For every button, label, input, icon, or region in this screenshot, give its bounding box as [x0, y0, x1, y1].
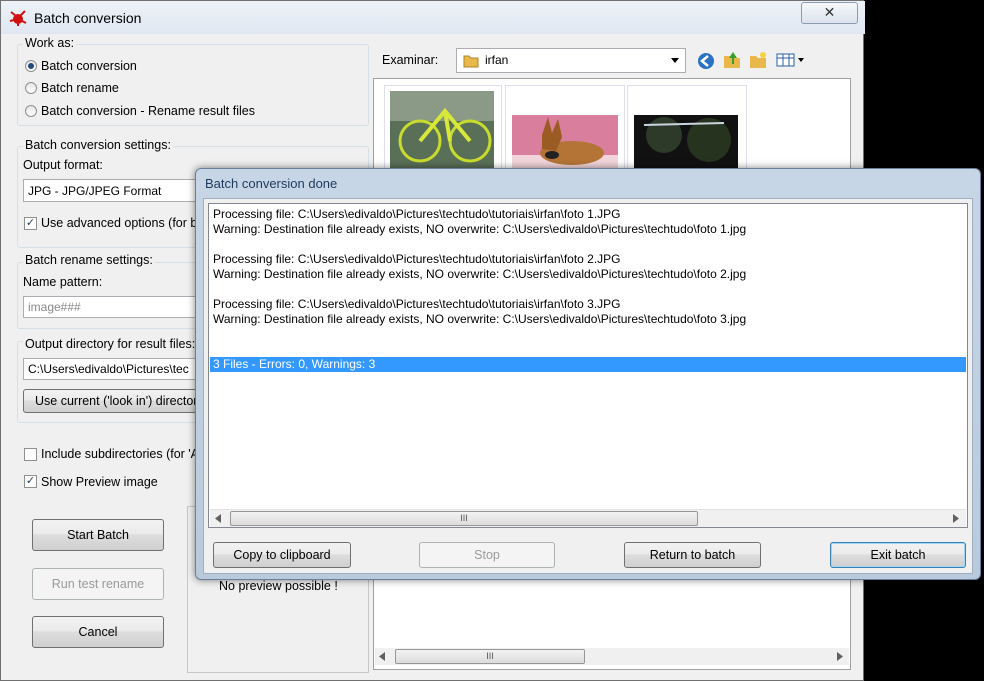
close-icon: ✕ [823, 4, 836, 20]
log-line[interactable]: Processing file: C:\Users\edivaldo\Pictu… [213, 252, 621, 266]
look-in-combobox[interactable]: irfan [456, 48, 686, 73]
radio-batch-rename-label[interactable]: Batch rename [41, 81, 119, 95]
name-pattern-input[interactable]: image### [23, 296, 203, 318]
log-line[interactable]: Warning: Destination file already exists… [213, 222, 746, 236]
log-horizontal-scrollbar[interactable]: III [210, 509, 966, 527]
return-to-batch-button[interactable]: Return to batch [624, 542, 761, 568]
copy-to-clipboard-button[interactable]: Copy to clipboard [213, 542, 351, 568]
thumbnail-foto-3[interactable] [627, 85, 747, 177]
radio-conversion-rename-label[interactable]: Batch conversion - Rename result files [41, 104, 255, 118]
log-line[interactable]: Processing file: C:\Users\edivaldo\Pictu… [213, 207, 621, 221]
start-batch-button[interactable]: Start Batch [32, 519, 164, 551]
include-subdirectories-checkbox[interactable] [24, 448, 37, 461]
radio-conversion-rename[interactable] [25, 105, 37, 117]
log-listbox[interactable]: Processing file: C:\Users\edivaldo\Pictu… [208, 203, 968, 528]
use-current-directory-button[interactable]: Use current ('look in') directory [23, 389, 203, 413]
look-in-label: Examinar: [382, 53, 439, 67]
up-folder-icon[interactable] [722, 50, 742, 70]
output-format-value: JPG - JPG/JPEG Format [28, 184, 162, 198]
scroll-left-icon[interactable] [379, 652, 385, 661]
scroll-right-icon[interactable] [837, 652, 843, 661]
scrollbar-thumb[interactable]: III [230, 511, 698, 526]
run-test-rename-button[interactable]: Run test rename [32, 568, 164, 600]
radio-batch-conversion-label[interactable]: Batch conversion [41, 59, 137, 73]
scrollbar-grip: III [486, 651, 494, 661]
scrollbar-thumb[interactable]: III [395, 649, 585, 664]
scroll-left-icon[interactable] [215, 514, 221, 523]
advanced-options-label[interactable]: Use advanced options (for b [41, 216, 197, 230]
work-as-label: Work as: [23, 36, 77, 50]
radio-batch-rename[interactable] [25, 82, 37, 94]
dog-photo-image [512, 115, 618, 170]
thumbnail-foto-1[interactable] [384, 85, 502, 177]
folder-name: irfan [485, 53, 509, 67]
cancel-button[interactable]: Cancel [32, 616, 164, 648]
show-preview-label[interactable]: Show Preview image [41, 475, 158, 489]
preview-text: No preview possible ! [219, 579, 338, 593]
thumbnail-foto-2[interactable] [505, 85, 625, 177]
scrollbar-grip: III [460, 513, 468, 523]
dialog-client-area: Processing file: C:\Users\edivaldo\Pictu… [203, 198, 973, 574]
scroll-right-icon[interactable] [953, 514, 959, 523]
window-title: Batch conversion [34, 10, 142, 26]
stop-button[interactable]: Stop [419, 542, 555, 568]
log-line[interactable]: Warning: Destination file already exists… [213, 267, 746, 281]
back-icon[interactable] [697, 52, 715, 70]
view-menu-icon[interactable] [776, 53, 806, 68]
output-directory-value: C:\Users\edivaldo\Pictures\tec [28, 362, 189, 376]
irfanview-app-icon [9, 10, 27, 26]
output-directory-input[interactable]: C:\Users\edivaldo\Pictures\tec [23, 358, 203, 380]
advanced-options-checkbox[interactable]: ✓ [24, 217, 37, 230]
exit-batch-button[interactable]: Exit batch [830, 542, 966, 568]
bicycle-photo-image [390, 91, 494, 171]
show-preview-checkbox[interactable]: ✓ [24, 475, 37, 488]
output-format-label: Output format: [23, 158, 103, 172]
log-line[interactable]: Processing file: C:\Users\edivaldo\Pictu… [213, 297, 621, 311]
log-summary-line-selected[interactable]: 3 Files - Errors: 0, Warnings: 3 [210, 357, 966, 372]
name-pattern-value: image### [28, 300, 81, 314]
output-format-select[interactable]: JPG - JPG/JPEG Format [23, 179, 203, 202]
name-pattern-label: Name pattern: [23, 275, 103, 289]
batch-done-dialog: Batch conversion done Processing file: C… [195, 168, 981, 580]
file-list-horizontal-scrollbar[interactable]: III [375, 648, 849, 665]
rename-settings-label: Batch rename settings: [23, 253, 155, 267]
trees-photo-image [634, 115, 738, 170]
title-bar[interactable]: Batch conversion ✕ [1, 1, 865, 34]
dialog-title: Batch conversion done [205, 176, 338, 191]
radio-batch-conversion[interactable] [25, 60, 37, 72]
folder-icon [463, 55, 479, 68]
log-line[interactable]: Warning: Destination file already exists… [213, 312, 746, 326]
output-directory-label: Output directory for result files: [23, 337, 198, 351]
chevron-down-icon [671, 58, 679, 63]
new-folder-icon[interactable] [748, 50, 768, 70]
conversion-settings-label: Batch conversion settings: [23, 138, 173, 152]
include-subdirectories-label[interactable]: Include subdirectories (for 'A [41, 447, 199, 461]
window-close-button[interactable]: ✕ [801, 2, 858, 24]
